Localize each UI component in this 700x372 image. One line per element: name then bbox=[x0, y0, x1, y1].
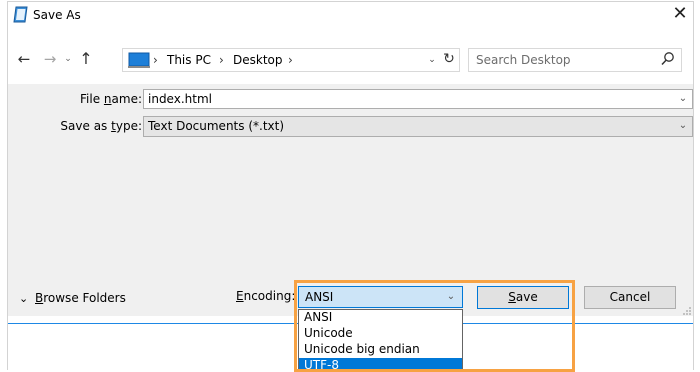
chevron-down-icon: ⌄ bbox=[19, 292, 29, 305]
file-name-dropdown-icon[interactable]: ⌄ bbox=[676, 91, 690, 107]
breadcrumb-desktop[interactable]: Desktop bbox=[233, 52, 283, 68]
search-placeholder: Search Desktop bbox=[476, 53, 571, 67]
close-icon[interactable]: ✕ bbox=[668, 2, 692, 26]
forward-arrow-icon[interactable]: → bbox=[41, 48, 59, 70]
breadcrumb-separator[interactable]: › bbox=[153, 52, 158, 68]
file-name-field[interactable] bbox=[143, 89, 693, 109]
encoding-label: Encoding: bbox=[236, 289, 296, 303]
save-as-type-dropdown-icon[interactable]: ⌄ bbox=[676, 118, 690, 134]
file-name-value: index.html bbox=[148, 92, 212, 106]
search-icon[interactable] bbox=[660, 51, 676, 67]
refresh-icon[interactable]: ↻ bbox=[440, 49, 458, 69]
save-as-type-value: Text Documents (*.txt) bbox=[148, 119, 285, 133]
back-arrow-icon[interactable]: ← bbox=[15, 48, 33, 70]
address-dropdown-icon[interactable]: ⌄ bbox=[424, 51, 440, 69]
window-title: Save As bbox=[33, 8, 81, 22]
highlight-box bbox=[294, 280, 575, 372]
cancel-button[interactable]: Cancel bbox=[584, 286, 676, 309]
breadcrumb-this-pc[interactable]: This PC bbox=[167, 52, 211, 68]
browse-folders-toggle[interactable]: ⌄ Browse Folders bbox=[19, 290, 126, 307]
notepad-icon bbox=[13, 6, 29, 23]
file-name-label: File name: bbox=[80, 92, 142, 106]
this-pc-icon[interactable] bbox=[128, 52, 150, 68]
breadcrumb-separator[interactable]: › bbox=[219, 52, 224, 68]
breadcrumb-separator[interactable]: › bbox=[288, 52, 293, 68]
up-arrow-icon[interactable]: ↑ bbox=[77, 48, 95, 70]
resize-grip-icon[interactable] bbox=[682, 306, 692, 316]
save-as-type-label: Save as type: bbox=[60, 119, 142, 133]
recent-locations-chevron-icon[interactable]: ⌄ bbox=[62, 48, 74, 70]
